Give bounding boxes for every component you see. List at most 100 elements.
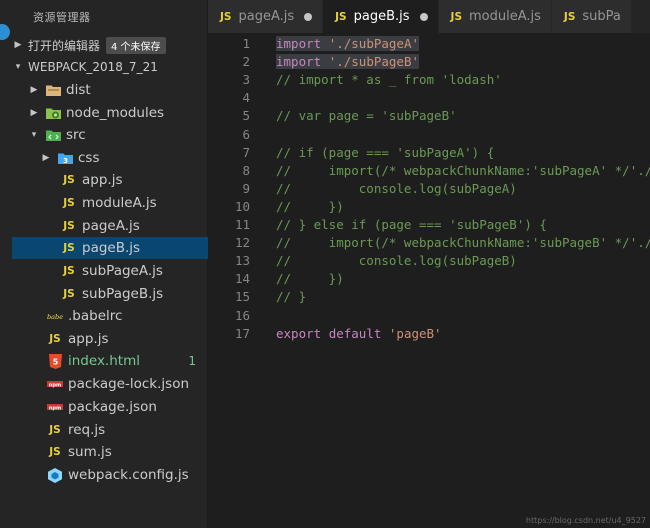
- babel-icon: babel: [46, 311, 64, 321]
- svg-text:npm: npm: [49, 405, 61, 411]
- tab-page-b-js[interactable]: JS pageB.js: [323, 0, 439, 33]
- tree-item-module-a-js[interactable]: JS moduleA.js: [12, 192, 208, 214]
- open-editors-section[interactable]: ▶ 打开的编辑器 4 个未保存: [12, 34, 208, 56]
- code-line[interactable]: export default 'pageB': [276, 325, 442, 343]
- code-token: export: [276, 325, 322, 341]
- code-line[interactable]: // import(/* webpackChunkName:'subPageA'…: [276, 162, 650, 180]
- code-line[interactable]: // import(/* webpackChunkName:'subPageB'…: [276, 234, 650, 252]
- tree-item-webpack-config-js[interactable]: webpack.config.js: [12, 464, 208, 486]
- project-section[interactable]: ▾ WEBPACK_2018_7_21: [12, 56, 208, 78]
- code-line[interactable]: // import * as _ from 'lodash': [276, 71, 502, 89]
- explorer-sidebar: 资源管理器 ▶ 打开的编辑器 4 个未保存 ▾ WEBPACK_2018_7_2…: [0, 0, 208, 528]
- src-folder-icon: [44, 129, 62, 142]
- project-label: WEBPACK_2018_7_21: [28, 60, 158, 74]
- code-token: import: [276, 36, 322, 51]
- js-icon: JS: [63, 220, 75, 232]
- tree-item-sub-page-b-js[interactable]: JS subPageB.js: [12, 283, 208, 305]
- tree-item-package-json[interactable]: npm package.json: [12, 396, 208, 418]
- tree-item-label: subPageB.js: [82, 286, 164, 302]
- tree-item-index-html[interactable]: 5 index.html 1: [12, 350, 208, 372]
- code-token: // console.log(subPageA): [276, 180, 517, 196]
- js-icon: JS: [335, 10, 347, 23]
- tree-item-label: dist: [66, 82, 91, 98]
- code-line[interactable]: import './subPageA': [276, 35, 419, 53]
- code-line[interactable]: // }): [276, 198, 344, 216]
- tab-label: pageA.js: [238, 9, 295, 24]
- chevron-down-icon: ▾: [15, 62, 21, 72]
- line-number: 2: [242, 54, 250, 70]
- tree-item-src[interactable]: ▾ src: [12, 124, 208, 146]
- code-token: // import(/* webpackChunkName:'subPageB'…: [276, 235, 650, 251]
- tab-label: subPa: [582, 9, 621, 24]
- line-number: 16: [234, 307, 250, 323]
- tab-page-a-js[interactable]: JS pageA.js: [208, 0, 324, 33]
- js-icon: JS: [450, 10, 463, 23]
- explorer-title: 资源管理器: [33, 11, 91, 24]
- css-folder-icon: 3: [56, 152, 74, 165]
- tab-label: pageB.js: [353, 9, 410, 24]
- code-line[interactable]: import './subPageB': [276, 53, 419, 71]
- code-line[interactable]: // var page = 'subPageB': [276, 107, 457, 125]
- tree-item-css[interactable]: ▶ 3 css: [12, 147, 208, 169]
- tree-item-req-js[interactable]: JS req.js: [12, 419, 208, 441]
- tree-item-label: subPageA.js: [82, 263, 163, 279]
- tab-module-a-js[interactable]: JS moduleA.js: [438, 0, 552, 33]
- line-number: 15: [234, 289, 250, 305]
- tree-item-node-modules[interactable]: ▶ node_modules: [12, 102, 208, 124]
- line-number: 10: [234, 198, 250, 214]
- tree-item-src-app-js[interactable]: JS app.js: [12, 169, 208, 191]
- tree-item-page-a-js[interactable]: JS pageA.js: [12, 215, 208, 237]
- tree-item-app-js[interactable]: JS app.js: [12, 328, 208, 350]
- svg-text:babel: babel: [47, 313, 63, 321]
- line-number: 4: [242, 90, 250, 106]
- unsaved-dot-icon[interactable]: [419, 12, 428, 21]
- js-icon: JS: [63, 197, 75, 209]
- html5-icon: 5: [46, 353, 64, 369]
- code-line[interactable]: // console.log(subPageB): [276, 252, 517, 270]
- node-folder-icon: [44, 107, 62, 120]
- tree-item-sum-js[interactable]: JS sum.js: [12, 441, 208, 463]
- unsaved-dot-icon[interactable]: [304, 12, 313, 21]
- line-number: 9: [242, 180, 250, 196]
- js-icon: JS: [63, 265, 75, 277]
- code-token: // }): [276, 198, 344, 214]
- chevron-right-icon: ▶: [30, 108, 38, 118]
- code-token: // console.log(subPageB): [276, 253, 517, 269]
- code-line[interactable]: // }): [276, 270, 344, 288]
- folder-icon: [44, 84, 62, 96]
- tree-item-page-b-js[interactable]: JS pageB.js: [12, 237, 208, 259]
- tree-item-package-lock-json[interactable]: npm package-lock.json: [12, 373, 208, 395]
- code-line[interactable]: // if (page === 'subPageA') {: [276, 144, 494, 162]
- tree-item-label: pageA.js: [82, 218, 140, 234]
- js-icon: JS: [49, 446, 61, 458]
- webpack-icon: [46, 467, 64, 483]
- code-line[interactable]: // } else if (page === 'subPageB') {: [276, 216, 547, 234]
- tab-label: moduleA.js: [469, 9, 541, 24]
- unsaved-badge: 4 个未保存: [106, 36, 166, 54]
- tab-sub-page[interactable]: JS subPa: [551, 0, 632, 33]
- tree-item-label: moduleA.js: [82, 195, 157, 211]
- tree-item-dist[interactable]: ▶ dist: [12, 79, 208, 101]
- svg-text:5: 5: [52, 357, 58, 366]
- tree-item-label: webpack.config.js: [68, 467, 189, 483]
- tree-item-label: .babelrc: [68, 308, 123, 324]
- line-number: 5: [242, 108, 250, 124]
- code-editor[interactable]: 1 import './subPageA' 2 import './subPageB'…: [208, 33, 650, 528]
- code-token: [321, 54, 329, 70]
- line-number: 17: [234, 325, 250, 341]
- tree-item-babelrc[interactable]: babel .babelrc: [12, 305, 208, 327]
- tree-item-label: sum.js: [68, 444, 112, 460]
- code-line[interactable]: // console.log(subPageA): [276, 180, 517, 198]
- tree-item-sub-page-a-js[interactable]: JS subPageA.js: [12, 260, 208, 282]
- code-token: [321, 36, 329, 51]
- code-line[interactable]: // }: [276, 288, 306, 306]
- line-number: 7: [242, 144, 250, 160]
- js-icon: JS: [63, 242, 75, 254]
- line-number: 14: [234, 271, 250, 287]
- svg-text:npm: npm: [49, 382, 61, 388]
- tree-item-label: app.js: [68, 331, 109, 347]
- line-number: 13: [234, 253, 250, 269]
- open-editors-label: 打开的编辑器: [28, 38, 101, 53]
- chevron-right-icon: ▶: [42, 153, 50, 163]
